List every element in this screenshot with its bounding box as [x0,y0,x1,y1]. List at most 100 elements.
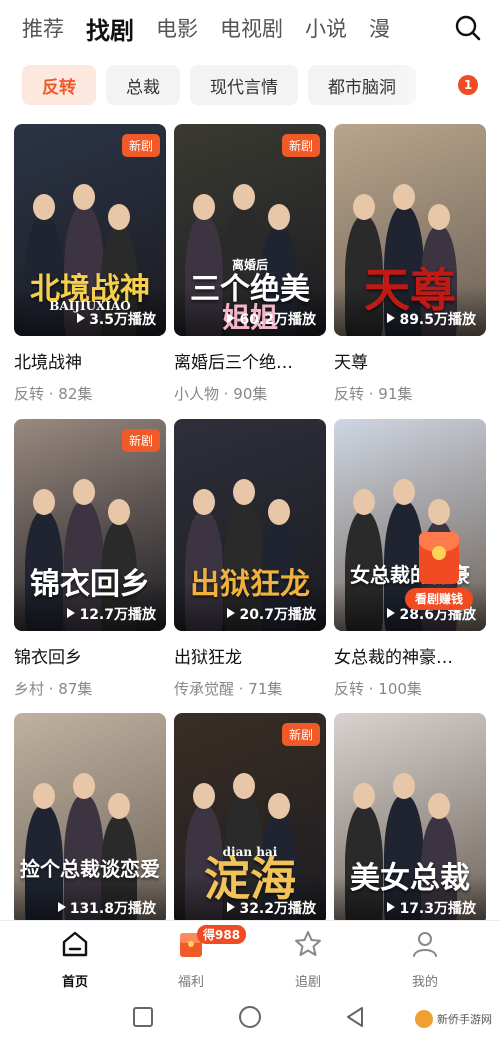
home-circle-icon[interactable] [238,1005,262,1029]
poster-face [268,793,290,819]
play-count-text: 20.7万播放 [239,607,316,623]
poster-face [268,204,290,230]
drama-title[interactable]: 女总裁的神豪… [334,643,486,668]
poster-face [108,793,130,819]
drama-meta: 小人物 · 90集 [174,385,268,403]
back-triangle-icon[interactable] [344,1006,366,1028]
drama-card[interactable]: 淀海 dian hai 新剧 32.2万播放 [174,713,326,925]
play-count-text: 12.7万播放 [79,607,156,623]
drama-title[interactable]: 天尊 [334,348,486,373]
search-icon[interactable] [454,14,482,42]
filter-count-badge[interactable]: 1 [458,75,478,95]
drama-title[interactable]: 北境战神 [14,348,166,373]
play-icon [227,313,236,323]
drama-poster[interactable]: 淀海 dian hai 新剧 32.2万播放 [174,713,326,925]
bottom-tab-label: 追剧 [294,975,321,990]
play-count: 32.2万播放 [227,898,316,918]
welfare-badge: 得988 [197,925,247,944]
poster-title: 出狱狂龙 [190,567,310,602]
recent-apps-icon[interactable] [132,1006,154,1028]
drama-card[interactable]: 锦衣回乡 新剧 12.7万播放锦衣回乡乡村 · 87集 [14,419,166,699]
poster-face [33,194,55,220]
play-count: 17.3万播放 [387,898,476,918]
bottom-tab-following[interactable]: 追剧 [273,929,343,990]
drama-meta: 传承觉醒 · 71集 [174,680,283,698]
poster-face [353,194,375,220]
poster-face [393,479,415,505]
tab-recommend[interactable]: 推荐 [22,13,64,43]
poster-subtitle: dian hai [222,845,278,859]
play-icon [227,902,236,912]
drama-title[interactable]: 锦衣回乡 [14,643,166,668]
drama-title[interactable]: 出狱狂龙 [174,643,326,668]
watermark: 新侨手游网 [415,1010,492,1028]
poster-face [193,194,215,220]
drama-poster[interactable]: 美女总裁 17.3万播放 [334,713,486,925]
poster-face [233,479,255,505]
genre-chips: 反转 总裁 现代言情 都市脑洞 1 [0,64,500,106]
poster-face [33,783,55,809]
drama-poster[interactable]: 捡个总裁谈恋爱 131.8万播放 [14,713,166,925]
star-icon [295,931,321,956]
earn-reward-button[interactable]: 看剧赚钱 [405,532,473,612]
poster-face [393,184,415,210]
tab-novel[interactable]: 小说 [305,13,347,43]
poster-face [108,499,130,525]
bottom-tab-label: 首页 [61,975,88,990]
bottom-tab-label: 我的 [411,975,438,990]
home-icon [62,931,88,957]
poster-face [353,489,375,515]
watermark-logo-icon [415,1010,433,1028]
play-icon [57,902,66,912]
drama-title[interactable]: 离婚后三个绝… [174,348,326,373]
red-envelope-icon [419,532,459,584]
bottom-tab-mine[interactable]: 我的 [390,929,460,990]
top-nav: 推荐 找剧 电影 电视剧 小说 漫 [0,0,500,56]
person-icon [413,932,437,957]
drama-poster[interactable]: 三个绝美 离婚后 姐姐 新剧 60.2万播放 [174,124,326,336]
drama-card[interactable]: 出狱狂龙 20.7万播放 出狱狂龙 传承觉醒 · 71集 [174,419,326,699]
poster-face [193,489,215,515]
drama-card[interactable]: 三个绝美 离婚后 姐姐 新剧 60.2万播放 离婚后三个绝… 小人物 · 90集 [174,124,326,404]
tab-comic[interactable]: 漫 [369,13,390,43]
play-count-text: 60.2万播放 [239,312,316,328]
play-count-text: 17.3万播放 [399,901,476,917]
earn-reward-label: 看剧赚钱 [405,588,473,610]
play-icon [227,608,236,618]
poster-face [428,204,450,230]
play-count-text: 131.8万播放 [69,901,156,917]
tab-find-drama[interactable]: 找剧 [86,11,134,46]
drama-poster[interactable]: 北境战神 BAIJIUXIAO 新剧 3.5万播放 [14,124,166,336]
drama-card[interactable]: 天尊 89.5万播放天尊反转 · 91集 [334,124,486,404]
poster-face [233,184,255,210]
drama-poster[interactable]: 出狱狂龙 20.7万播放 [174,419,326,631]
chip-reversal[interactable]: 反转 [22,65,96,105]
drama-poster[interactable]: 天尊 89.5万播放 [334,124,486,336]
drama-meta: 反转 · 91集 [334,385,413,403]
play-count-text: 89.5万播放 [399,312,476,328]
poster-face [353,783,375,809]
drama-card[interactable]: 捡个总裁谈恋爱 131.8万播放 [14,713,166,925]
drama-meta: 乡村 · 87集 [14,680,93,698]
bottom-tab-label: 福利 [177,975,204,990]
drama-card[interactable]: 北境战神 BAIJIUXIAO 新剧 3.5万播放北境战神反转 · 82集 [14,124,166,404]
poster-face [33,489,55,515]
play-count-text: 3.5万播放 [89,312,156,328]
poster-title: 美女总裁 [350,861,470,896]
tab-movie[interactable]: 电影 [156,13,198,43]
new-badge: 新剧 [281,723,320,746]
drama-meta: 反转 · 82集 [14,385,93,403]
tab-tv-series[interactable]: 电视剧 [220,13,283,43]
poster-face [268,499,290,525]
drama-card[interactable]: 美女总裁 17.3万播放 [334,713,486,925]
play-count: 20.7万播放 [227,604,316,624]
poster-face [193,783,215,809]
play-icon [67,608,76,618]
new-badge: 新剧 [281,134,320,157]
chip-ceo[interactable]: 总裁 [106,65,180,105]
drama-poster[interactable]: 锦衣回乡 新剧 12.7万播放 [14,419,166,631]
play-count: 89.5万播放 [387,309,476,329]
chip-modern-romance[interactable]: 现代言情 [190,65,298,105]
play-icon [77,313,86,323]
bottom-tab-home[interactable]: 首页 [40,929,110,990]
